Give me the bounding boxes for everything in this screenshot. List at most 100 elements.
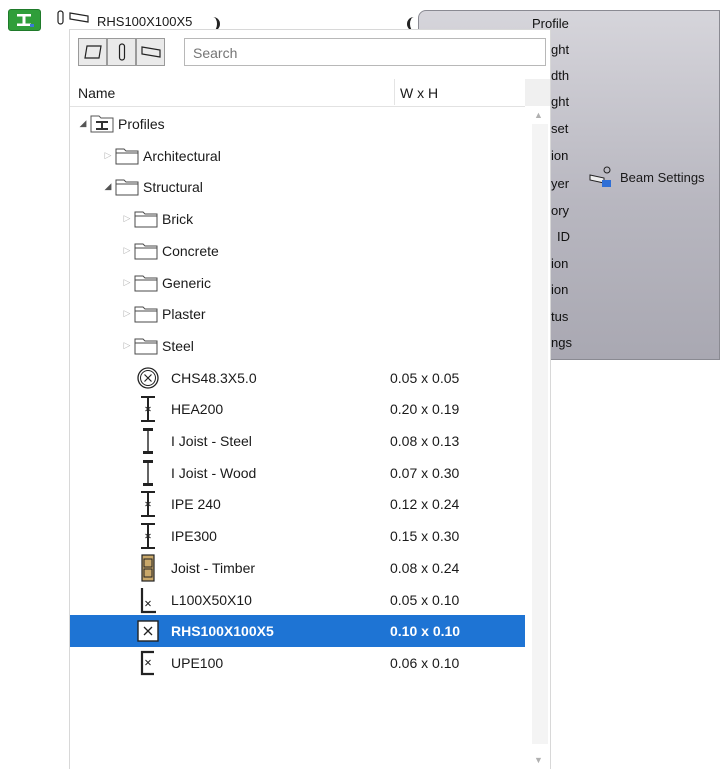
- profile-row[interactable]: CHS48.3X5.0 0.05 x 0.05: [70, 362, 525, 394]
- filter-column-button[interactable]: [107, 38, 136, 66]
- tree-folder-row[interactable]: ▷ Architectural: [70, 140, 525, 172]
- scroll-up-arrow-icon[interactable]: ▲: [534, 110, 543, 120]
- tree-folder-row[interactable]: ▷ Concrete: [70, 235, 525, 267]
- i-joist-icon: [136, 427, 160, 455]
- prop-label-profile: Profile: [532, 16, 569, 31]
- expanded-arrow-icon[interactable]: ◢: [78, 118, 88, 129]
- tree-folder-row[interactable]: ◢ Structural: [70, 171, 525, 203]
- profile-row[interactable]: IPE300 0.15 x 0.30: [70, 520, 525, 552]
- scroll-down-arrow-icon[interactable]: ▼: [534, 755, 543, 765]
- search-input[interactable]: [191, 40, 535, 66]
- filter-slab-button[interactable]: [78, 38, 107, 66]
- border-arc: [407, 17, 418, 31]
- slab-shape-icon: [83, 45, 102, 59]
- profile-row[interactable]: IPE 240 0.12 x 0.24: [70, 488, 525, 520]
- prop-label: tus: [551, 309, 569, 324]
- profile-name: I Joist - Steel: [171, 433, 252, 449]
- beam-shape-icon: [69, 12, 89, 23]
- folder-icon: [134, 305, 158, 326]
- prop-label: ion: [551, 256, 569, 271]
- profile-size: 0.08 x 0.24: [390, 559, 460, 576]
- tree-folder-row[interactable]: ◢ Profiles: [70, 108, 525, 140]
- tree-item-label: Brick: [162, 211, 194, 228]
- profile-name: I Joist - Wood: [171, 464, 257, 481]
- collapsed-arrow-icon[interactable]: ▷: [122, 277, 132, 288]
- prop-label: ght: [551, 42, 570, 57]
- timber-joist-icon: [136, 554, 160, 582]
- collapsed-arrow-icon[interactable]: ▷: [122, 213, 132, 224]
- prop-label: ght: [551, 94, 570, 109]
- folder-icon: [134, 274, 158, 295]
- i-beam-icon: [136, 522, 160, 550]
- profile-size: 0.10 x 0.10: [390, 623, 461, 640]
- beam-settings-button[interactable]: Beam Settings: [588, 166, 705, 188]
- profile-row[interactable]: UPE100 0.06 x 0.10: [70, 647, 525, 679]
- profile-row[interactable]: Joist - Timber 0.08 x 0.24: [70, 552, 525, 584]
- tree-folder-row[interactable]: ▷ Generic: [70, 267, 525, 299]
- profile-row[interactable]: I Joist - Steel 0.08 x 0.13: [70, 425, 525, 457]
- profile-name: IPE 240: [171, 496, 221, 513]
- tree-folder-row[interactable]: ▷ Brick: [70, 203, 525, 235]
- profile-row[interactable]: HEA200 0.20 x 0.19: [70, 393, 525, 425]
- profile-tool-button[interactable]: [8, 9, 41, 31]
- tree-item-label: Generic: [162, 274, 212, 291]
- beam-shape-icon: [140, 46, 161, 58]
- folder-icon: [115, 178, 139, 199]
- vertical-scrollbar[interactable]: ▲ ▼: [532, 106, 548, 769]
- expanded-arrow-icon[interactable]: ◢: [103, 181, 113, 192]
- tree-folder-row[interactable]: ▷ Steel: [70, 330, 525, 362]
- channel-section-icon: [136, 649, 160, 677]
- prop-label: ion: [551, 148, 569, 163]
- rectangular-hollow-section-icon: [136, 617, 160, 645]
- tree-item-label: Steel: [162, 337, 194, 354]
- prop-label: ngs: [551, 335, 572, 350]
- filter-beam-button[interactable]: [136, 38, 165, 66]
- scroll-track[interactable]: [532, 124, 548, 744]
- profile-size: 0.06 x 0.10: [390, 654, 460, 671]
- prop-label: ID: [557, 229, 570, 244]
- beam-settings-label: Beam Settings: [620, 169, 705, 185]
- tree-item-label: Profiles: [118, 116, 165, 132]
- folder-icon: [134, 337, 158, 358]
- collapsed-arrow-icon[interactable]: ▷: [122, 340, 132, 351]
- profile-name: Joist - Timber: [171, 559, 256, 576]
- profile-size: 0.08 x 0.13: [390, 433, 460, 449]
- tree-item-label: Concrete: [162, 242, 219, 259]
- i-beam-icon: [136, 395, 160, 423]
- profile-size: 0.15 x 0.30: [390, 528, 460, 545]
- collapsed-arrow-icon[interactable]: ▷: [122, 245, 132, 256]
- collapsed-arrow-icon[interactable]: ▷: [103, 150, 113, 161]
- collapsed-arrow-icon[interactable]: ▷: [122, 308, 132, 319]
- folder-icon: [134, 242, 158, 263]
- column-header-name[interactable]: Name: [78, 85, 115, 101]
- prop-label: ory: [551, 203, 570, 218]
- profile-row[interactable]: I Joist - Wood 0.07 x 0.30: [70, 457, 525, 489]
- column-shape-icon: [118, 43, 125, 61]
- column-header-size[interactable]: W x H: [400, 85, 438, 101]
- search-field[interactable]: [184, 38, 546, 66]
- tree-item-label: Architectural: [143, 147, 221, 164]
- profile-name: IPE300: [171, 528, 217, 545]
- profile-name: UPE100: [171, 654, 224, 671]
- angle-section-icon: [136, 586, 160, 614]
- shape-icons: [55, 10, 97, 29]
- profile-row[interactable]: L100X50X10 0.05 x 0.10: [70, 584, 525, 616]
- profile-name: HEA200: [171, 401, 224, 418]
- current-profile-label[interactable]: RHS100X100X5: [97, 14, 192, 29]
- i-joist-icon: [136, 459, 160, 487]
- column-divider[interactable]: [394, 79, 395, 105]
- prop-label: dth: [551, 68, 570, 83]
- profile-row[interactable]: RHS100X100X5 0.10 x 0.10: [70, 615, 525, 648]
- profile-picker-dropdown: Name W x H ▲ ▼ ◢ Profiles ▷ Architectural ◢ S…: [70, 30, 550, 769]
- column-shape-icon: [57, 10, 64, 25]
- profile-name: RHS100X100X5: [171, 623, 274, 640]
- profile-size: 0.05 x 0.05: [390, 369, 460, 386]
- tree-folder-row[interactable]: ▷ Plaster: [70, 298, 525, 330]
- top-toolbar: RHS100X100X5: [0, 0, 420, 34]
- i-beam-icon: [17, 14, 34, 27]
- i-beam-icon: [136, 490, 160, 518]
- profile-size: 0.05 x 0.10: [390, 591, 460, 608]
- folder-icon: [134, 210, 158, 231]
- prop-label: yer: [551, 176, 570, 191]
- profiles-root-icon: [90, 113, 114, 136]
